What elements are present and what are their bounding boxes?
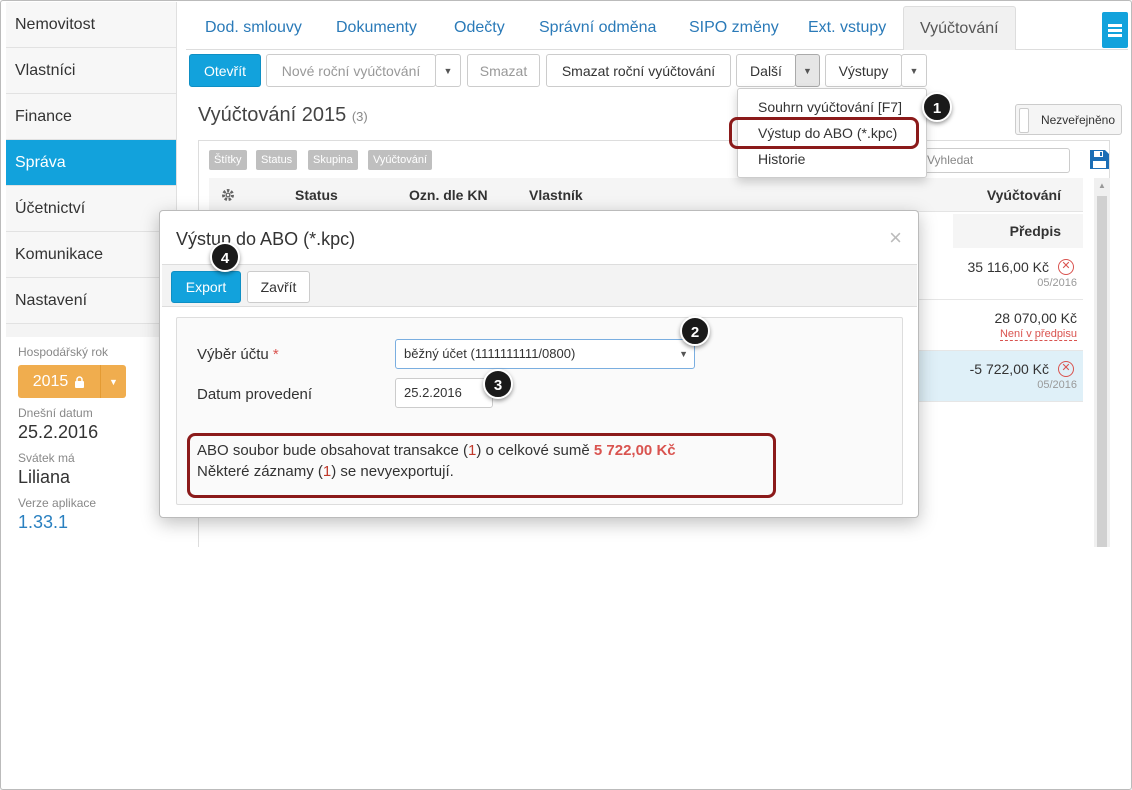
scroll-up-icon[interactable]: ▲: [1098, 181, 1106, 190]
outputs-button[interactable]: Výstupy: [825, 54, 902, 87]
table-scrollbar[interactable]: ▲: [1094, 178, 1110, 547]
fiscal-year-value: 2015: [32, 372, 69, 390]
sidebar-item-komunikace[interactable]: Komunikace: [6, 232, 176, 278]
tab-ext-vstupy[interactable]: Ext. vstupy: [808, 6, 886, 50]
column-vyuctovani[interactable]: Vyúčtování: [987, 187, 1061, 203]
open-button[interactable]: Otevřít: [189, 54, 261, 87]
nameday-value: Liliana: [18, 467, 71, 487]
row-amount: 35 116,00 Kč: [967, 259, 1049, 275]
scroll-thumb[interactable]: [1097, 196, 1107, 547]
date-label: Datum provedení: [197, 386, 313, 403]
tab-vyuctovani[interactable]: Vyúčtování: [903, 6, 1016, 50]
sidebar-info: Hospodářský rok 2015 ▼ Dnešní datum 25.2…: [6, 337, 177, 547]
sidebar-item-nastaveni[interactable]: Nastavení: [6, 278, 176, 324]
callout-highlight-message: [187, 433, 776, 498]
export-button[interactable]: Export: [171, 271, 241, 303]
column-vlastnik[interactable]: Vlastník: [529, 187, 583, 203]
sidebar-item-nemovitost[interactable]: Nemovitost: [6, 2, 176, 48]
row-period: 05/2016: [1037, 379, 1077, 391]
column-status[interactable]: Status: [295, 187, 338, 203]
row-amount: -5 722,00 Kč: [969, 361, 1049, 377]
page-title-text: Vyúčtování 2015: [198, 104, 347, 126]
version-value[interactable]: 1.33.1: [18, 512, 177, 533]
dialog-title: Výstup do ABO (*.kpc): [176, 229, 356, 249]
account-label: Výběr účtu *: [197, 346, 279, 363]
menu-item-souhrn[interactable]: Souhrn vyúčtování [F7]: [758, 99, 902, 115]
save-icon[interactable]: [1089, 149, 1110, 170]
error-icon: ✕: [1058, 259, 1074, 275]
chevron-down-icon: ▼: [679, 349, 688, 359]
close-icon[interactable]: ×: [889, 225, 902, 251]
delete-button[interactable]: Smazat: [467, 54, 540, 87]
sidebar: Nemovitost Vlastníci Finance Správa Účet…: [6, 2, 177, 547]
calculator-icon[interactable]: [1102, 12, 1128, 48]
tab-dod-smlouvy[interactable]: Dod. smlouvy: [205, 6, 302, 50]
callout-highlight-menu: [729, 117, 919, 149]
fiscal-year-button[interactable]: 2015: [18, 365, 100, 398]
row-not-in-prescription: Není v předpisu: [999, 328, 1077, 341]
tab-spravni-odmena[interactable]: Správní odměna: [539, 6, 656, 50]
filter-chip-status[interactable]: Status: [256, 150, 298, 170]
fiscal-year-caret[interactable]: ▼: [100, 365, 126, 398]
step-badge-4: 4: [210, 242, 240, 272]
settings-gear-icon[interactable]: [221, 188, 235, 202]
column-predpis[interactable]: Předpis: [953, 214, 1083, 248]
filter-chip-vyuctovani[interactable]: Vyúčtování: [368, 150, 433, 170]
sidebar-item-vlastnici[interactable]: Vlastníci: [6, 48, 176, 94]
dialog-toolbar: Export Zavřít: [162, 264, 917, 307]
table-header: Status Ozn. dle KN Vlastník Vyúčtování: [209, 178, 1083, 212]
tab-bar: Dod. smlouvy Dokumenty Odečty Správní od…: [186, 6, 1128, 50]
filter-chip-skupina[interactable]: Skupina: [308, 150, 358, 170]
search-input[interactable]: Vyhledat: [912, 148, 1070, 173]
outputs-caret[interactable]: ▼: [901, 54, 927, 87]
delete-annual-button[interactable]: Smazat roční vyúčtování: [546, 54, 731, 87]
version-label: Verze aplikace: [18, 496, 97, 510]
fiscal-year-selector[interactable]: 2015 ▼: [18, 365, 126, 398]
sidebar-item-finance[interactable]: Finance: [6, 94, 176, 140]
column-ozn-kn[interactable]: Ozn. dle KN: [409, 187, 488, 203]
tab-odecty[interactable]: Odečty: [454, 6, 505, 50]
menu-item-historie[interactable]: Historie: [758, 151, 805, 167]
lock-icon: [75, 375, 85, 388]
step-badge-2: 2: [680, 316, 710, 346]
fiscal-year-label: Hospodářský rok: [18, 345, 109, 359]
tab-sipo-zmeny[interactable]: SIPO změny: [689, 6, 779, 50]
account-select-value: běžný účet (1111111111/0800): [404, 346, 576, 361]
filter-chip-stitky[interactable]: Štítky: [209, 150, 247, 170]
new-annual-button[interactable]: Nové roční vyúčtování: [266, 54, 436, 87]
account-label-text: Výběr účtu: [197, 346, 269, 363]
page-title: Vyúčtování 2015 (3): [198, 104, 368, 127]
more-button[interactable]: Další: [736, 54, 796, 87]
error-icon: ✕: [1058, 361, 1074, 377]
step-badge-3: 3: [483, 369, 513, 399]
row-period: 05/2016: [1037, 277, 1077, 289]
required-mark: *: [272, 346, 279, 363]
sidebar-item-ucetnictvi[interactable]: Účetnictví: [6, 186, 176, 232]
account-select[interactable]: běžný účet (1111111111/0800) ▼: [395, 339, 695, 369]
close-button[interactable]: Zavřít: [247, 271, 310, 303]
row-amount: 28 070,00 Kč: [994, 310, 1077, 326]
nameday-label: Svátek má: [18, 451, 75, 465]
more-caret[interactable]: ▼: [795, 54, 820, 87]
publish-toggle[interactable]: Nezveřejněno: [1015, 104, 1122, 135]
tab-dokumenty[interactable]: Dokumenty: [336, 6, 417, 50]
sidebar-item-sprava[interactable]: Správa: [6, 140, 176, 186]
record-count: (3): [351, 109, 368, 124]
new-annual-caret[interactable]: ▼: [435, 54, 461, 87]
today-label: Dnešní datum: [18, 406, 93, 420]
step-badge-1: 1: [922, 92, 952, 122]
today-value: 25.2.2016: [18, 422, 99, 442]
date-input[interactable]: 25.2.2016: [395, 378, 493, 408]
